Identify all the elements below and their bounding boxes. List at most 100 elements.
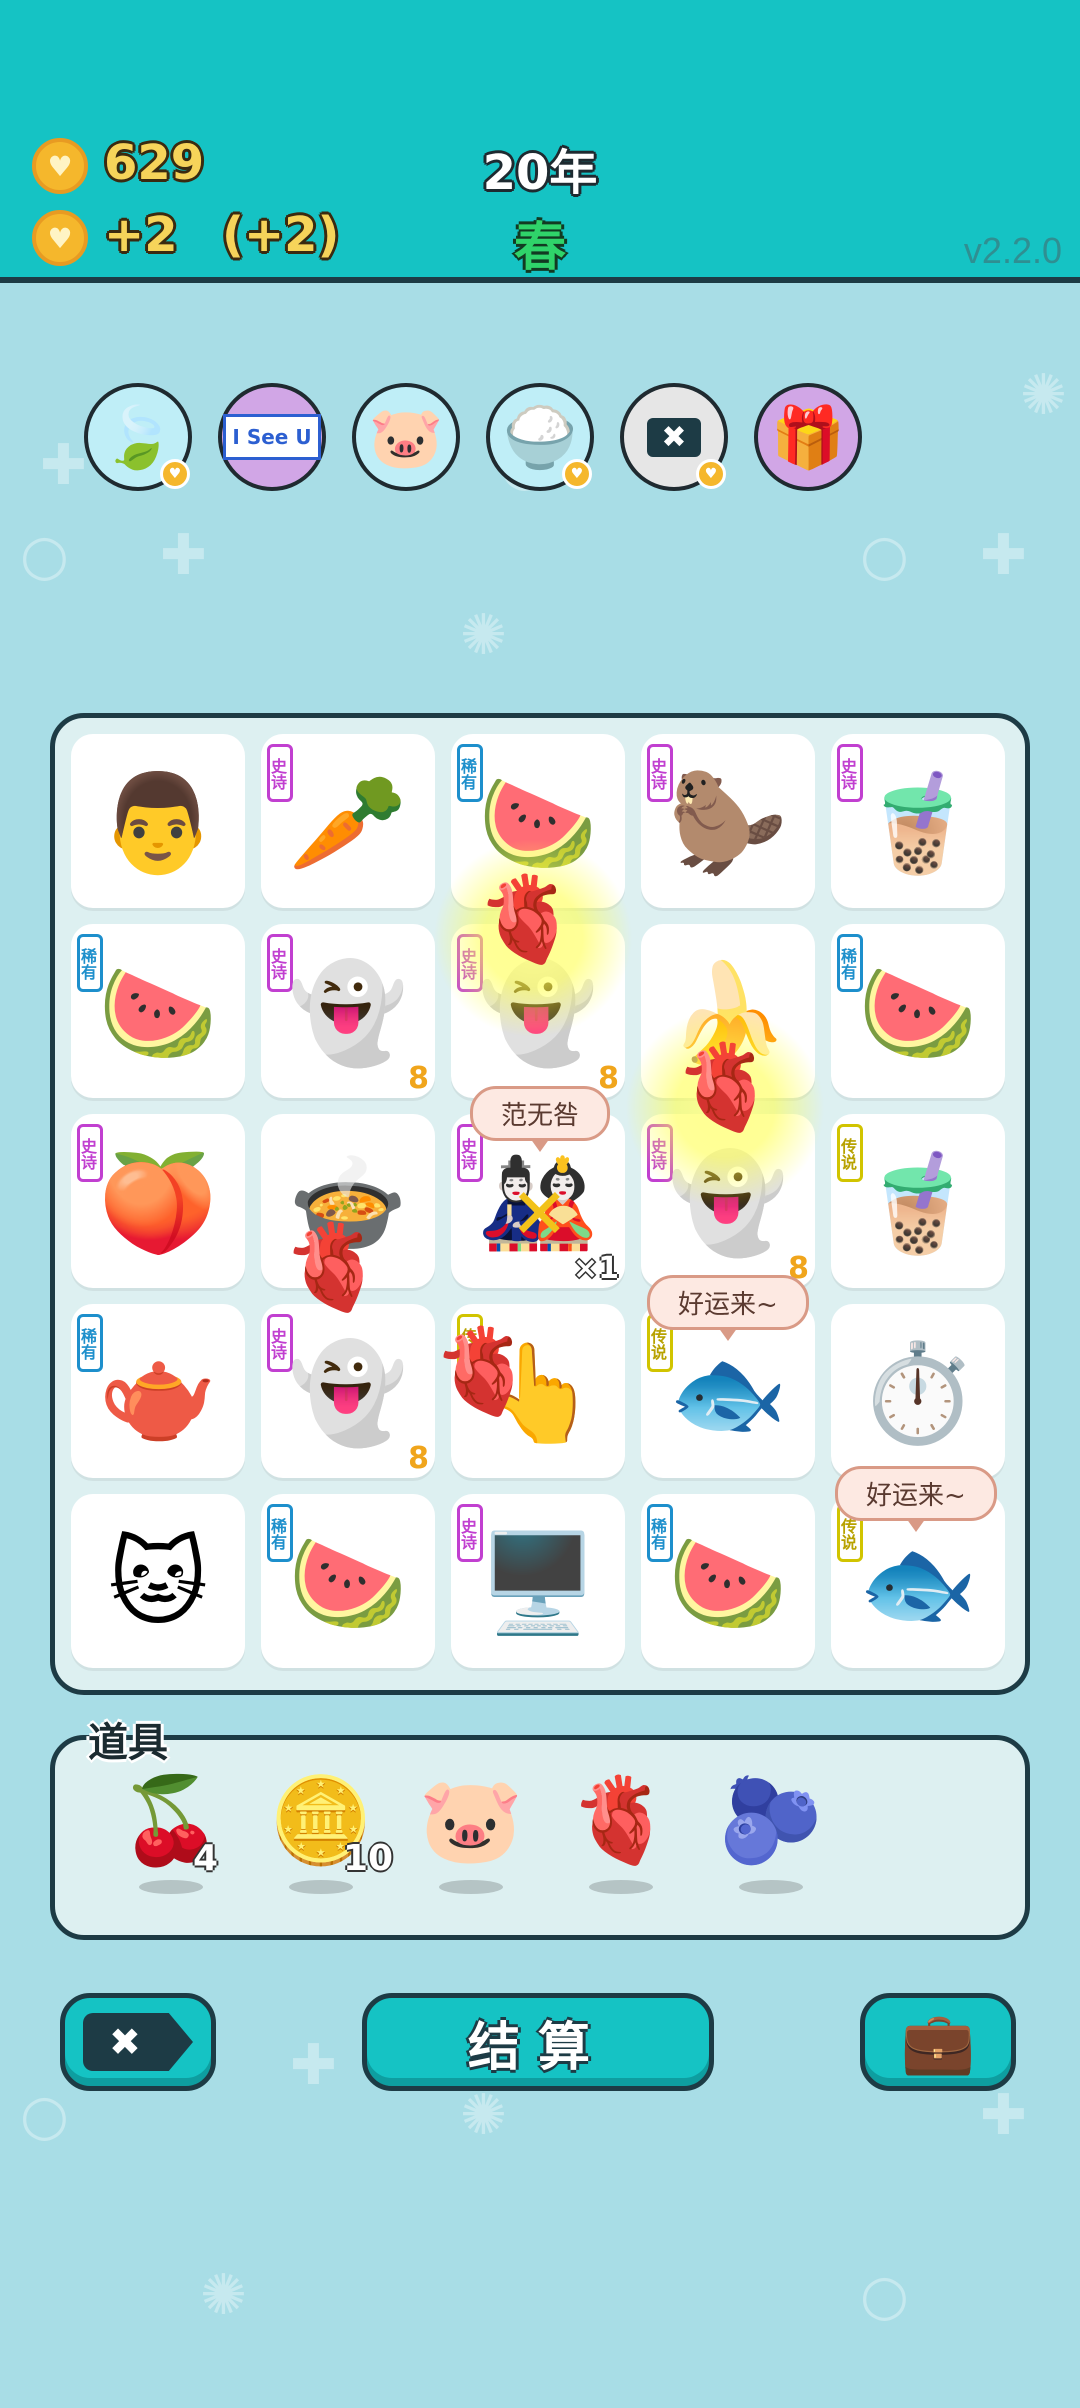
koi-fish-icon: 🐟	[668, 1337, 788, 1449]
piggy-ability-button[interactable]: 🐷	[352, 383, 460, 491]
bg-plus-icon: ✚	[40, 433, 87, 498]
item-slot[interactable]: 🐷	[411, 1770, 531, 1920]
board-cell[interactable]: 史诗 🍑	[71, 1114, 245, 1288]
ghost-icon: 👻	[288, 1337, 408, 1449]
piggy-bank-icon: 🐷	[368, 402, 444, 473]
item-shadow	[439, 1880, 503, 1894]
board-cell[interactable]: 史诗 👻 8	[261, 1304, 435, 1478]
teapot-icon: 🫖	[98, 1337, 218, 1449]
board-cell[interactable]: 史诗 👻 8	[261, 924, 435, 1098]
board-cell[interactable]: 稀有 🫖	[71, 1304, 245, 1478]
coin-badge-icon: ♥	[696, 459, 726, 489]
stopwatch-icon: ⏱️	[858, 1337, 978, 1449]
bg-circle-icon: ○	[860, 523, 909, 588]
bg-flower-icon: ✺	[200, 2263, 247, 2328]
item-count: 4	[193, 1838, 219, 1879]
koi-fish-icon: 🐟	[858, 1527, 978, 1639]
bg-circle-icon: ○	[20, 2083, 69, 2148]
bg-plus-icon: ✚	[160, 523, 207, 588]
cat-icon: 🐱	[107, 1527, 209, 1639]
blueberry-icon: 🫐	[718, 1771, 824, 1869]
bg-plus-icon: ✚	[980, 2083, 1027, 2148]
leaf-ability-button[interactable]: 🍃 ♥	[84, 383, 192, 491]
bg-circle-icon: ○	[860, 2263, 909, 2328]
liver-icon: 🫀	[431, 1322, 536, 1420]
income-bonus: (+2)	[222, 207, 340, 263]
bubble-tea-icon: 🧋	[858, 767, 978, 879]
milk-tea-cup-icon: 🧋	[858, 1147, 978, 1259]
rice-ability-button[interactable]: 🍚 ♥	[486, 383, 594, 491]
remove-tag-icon: ✖	[647, 417, 701, 457]
board-cell[interactable]: 传说 🧋	[831, 1114, 1005, 1288]
backpack-button[interactable]: 💼	[860, 1993, 1016, 2091]
bg-circle-icon: ○	[20, 523, 69, 588]
board-cell[interactable]: 稀有 🍉	[831, 924, 1005, 1098]
board-cell[interactable]: 👨	[71, 734, 245, 908]
board-cell[interactable]: 史诗 🥕	[261, 734, 435, 908]
board-cell[interactable]: 史诗 🖥️	[451, 1494, 625, 1668]
remove-ability-button[interactable]: ✖ ♥	[620, 383, 728, 491]
bg-flower-icon: ✺	[460, 2083, 507, 2148]
item-shadow	[289, 1880, 353, 1894]
liver-icon: 🫀	[568, 1771, 674, 1869]
gift-box-icon: 🎁	[770, 402, 846, 473]
cell-counter: 8	[408, 1061, 429, 1096]
board-cell[interactable]: ⏱️	[831, 1304, 1005, 1478]
income-value: +2	[104, 207, 178, 263]
coin-badge-icon: ♥	[562, 459, 592, 489]
coin-badge-icon: ♥	[160, 459, 190, 489]
settle-button[interactable]: 结算	[362, 1993, 714, 2091]
cell-counter: 8	[408, 1441, 429, 1476]
watermelon-icon: 🍉	[98, 957, 218, 1069]
liver-icon: 🫀	[673, 1038, 778, 1136]
slot-board: 👨 史诗 🥕 稀有 🍉 史诗 🦫 史诗 🧋 稀有 🍉 史诗 👻 8 史诗 👻 8…	[50, 713, 1030, 1695]
bg-plus-icon: ✚	[980, 523, 1027, 588]
ghost-icon: 👻	[288, 957, 408, 1069]
bg-flower-icon: ✺	[460, 603, 507, 668]
gift-ability-button[interactable]: 🎁	[754, 383, 862, 491]
board-cell[interactable]: 🐱	[71, 1494, 245, 1668]
settle-button-label: 结算	[467, 2017, 608, 2078]
board-cell[interactable]: 稀有 🍉	[641, 1494, 815, 1668]
i-see-u-ability-button[interactable]: I See U	[218, 383, 326, 491]
season-label: 春	[513, 218, 566, 278]
speech-bubble: 范无咎	[470, 1086, 611, 1152]
board-cell[interactable]: 史诗 🧋	[831, 734, 1005, 908]
item-count: 10	[343, 1838, 394, 1879]
speech-bubble: 好运来~	[835, 1466, 997, 1532]
board-cell[interactable]: 史诗 🦫	[641, 734, 815, 908]
top-status-bar: ♥ 629 ♥ +2 (+2) 20年 春 v2.2.0	[0, 0, 1080, 283]
remove-button[interactable]: ✖	[60, 1993, 216, 2091]
income-coin-icon: ♥	[32, 210, 88, 266]
item-shadow	[139, 1880, 203, 1894]
carrot-icon: 🥕	[288, 767, 408, 879]
cross-mark-icon: ✕	[510, 1173, 569, 1255]
i-see-u-icon: I See U	[223, 414, 321, 460]
board-cell[interactable]: 稀有 🍉	[71, 924, 245, 1098]
item-slot[interactable]: 🫀	[561, 1770, 681, 1920]
bg-plus-icon: ✚	[290, 2033, 337, 2098]
coin-icon: ♥	[32, 138, 88, 194]
item-shadow	[589, 1880, 653, 1894]
version-label: v2.2.0	[963, 230, 1062, 271]
remove-tag-icon: ✖	[83, 2013, 193, 2071]
item-slot[interactable]: 🍒 4	[111, 1770, 231, 1920]
item-slot[interactable]: 🫐	[711, 1770, 831, 1920]
item-shadow	[739, 1880, 803, 1894]
coin-total: 629	[104, 135, 205, 191]
peach-icon: 🍑	[98, 1147, 218, 1259]
watermelon-icon: 🍉	[288, 1527, 408, 1639]
cell-counter: 8	[598, 1061, 619, 1096]
piggy-bank-icon: 🐷	[418, 1771, 524, 1869]
item-slot[interactable]: 🪙 10	[261, 1770, 393, 1920]
graphics-card-icon: 🖥️	[478, 1527, 598, 1639]
briefcase-icon: 💼	[900, 2007, 976, 2078]
bg-flower-icon: ✺	[1020, 363, 1067, 428]
liver-icon: 🫀	[281, 1218, 386, 1316]
otter-icon: 🦫	[668, 767, 788, 879]
man-face-icon: 👨	[98, 767, 218, 879]
watermelon-icon: 🍉	[858, 957, 978, 1069]
items-title: 道具	[88, 1720, 168, 1766]
year-label: 20年	[482, 145, 598, 201]
board-cell[interactable]: 稀有 🍉	[261, 1494, 435, 1668]
